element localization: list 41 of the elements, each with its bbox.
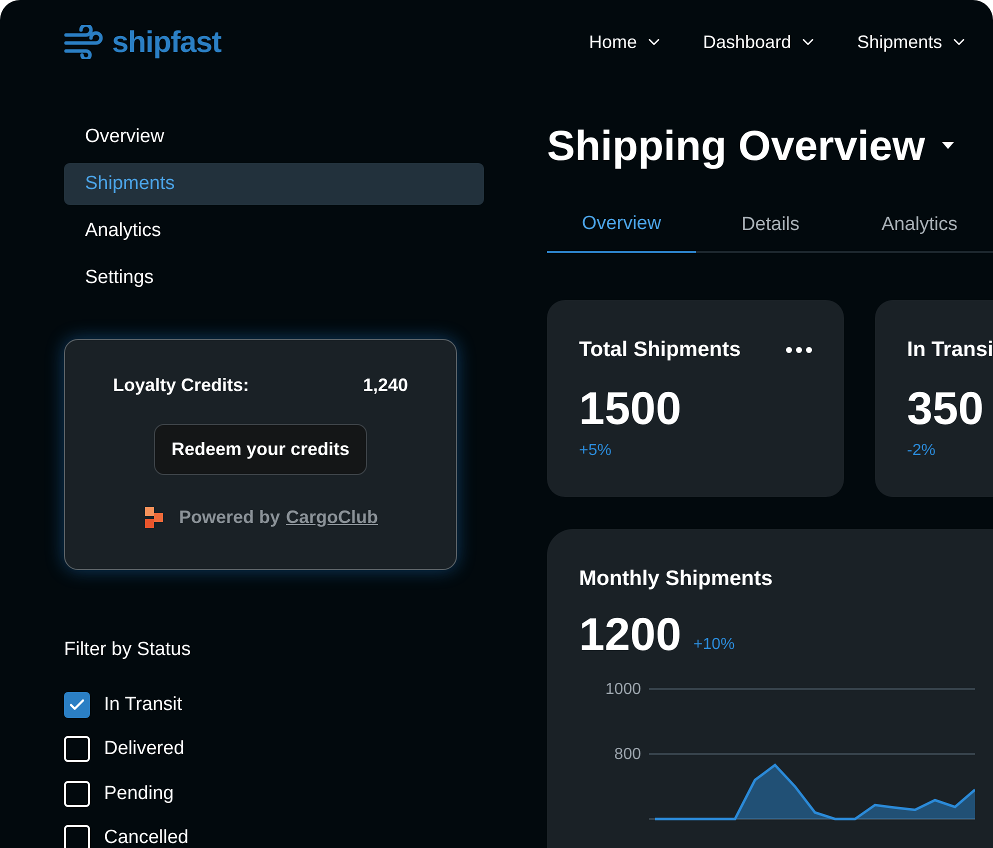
checkbox-label: Pending (104, 782, 174, 806)
stat-title: In Transi (907, 337, 993, 363)
tab[interactable]: Overview (547, 197, 696, 253)
chart-title: Monthly Shipments (579, 566, 774, 592)
page-title: Shipping Overview (547, 121, 926, 171)
checkbox[interactable] (64, 736, 90, 762)
nav-menu-button[interactable]: Home (589, 28, 664, 56)
tab[interactable]: Analytics (845, 197, 993, 253)
more-icon[interactable] (786, 346, 812, 353)
sidebar-item[interactable]: Analytics (64, 210, 484, 252)
nav-menu-button[interactable]: Shipments (857, 28, 968, 56)
brand-name: shipfast (112, 24, 222, 60)
nav-menu-button[interactable]: Dashboard (703, 28, 818, 56)
caret-down-icon[interactable] (941, 141, 956, 150)
checkbox[interactable] (64, 825, 90, 848)
sidebar-item[interactable]: Shipments (64, 163, 484, 205)
powered-by-text: Powered by (178, 506, 280, 529)
checkbox-label: Delivered (104, 737, 184, 761)
cubes-icon (142, 506, 165, 530)
sidebar-item[interactable]: Settings (64, 257, 484, 299)
checkbox-label: Cancelled (104, 826, 188, 848)
stat-change: -2% (907, 441, 936, 461)
filter-title: Filter by Status (64, 638, 192, 662)
axis-tick-label: 1000 (605, 680, 641, 698)
loyalty-label: Loyalty Credits: (113, 374, 250, 397)
stat-value: 1500 (579, 380, 682, 436)
wind-logo-icon (64, 25, 104, 59)
checkbox[interactable] (64, 692, 90, 718)
sidebar-item[interactable]: Overview (64, 116, 484, 158)
stat-change: +5% (579, 441, 612, 461)
stat-value: 350 (907, 380, 985, 436)
tab[interactable]: Details (696, 197, 845, 253)
loyalty-value: 1,240 (362, 374, 408, 397)
chart-change: +10% (693, 634, 735, 654)
stat-title: Total Shipments (579, 337, 741, 363)
partner-link[interactable]: CargoClub (286, 504, 378, 531)
checkbox[interactable] (64, 780, 90, 807)
axis-tick-label: 800 (614, 746, 641, 762)
checkbox-label: In Transit (104, 692, 182, 716)
chart-value: 1200 (579, 610, 682, 656)
redeem-button[interactable]: Redeem your credits (154, 424, 367, 475)
